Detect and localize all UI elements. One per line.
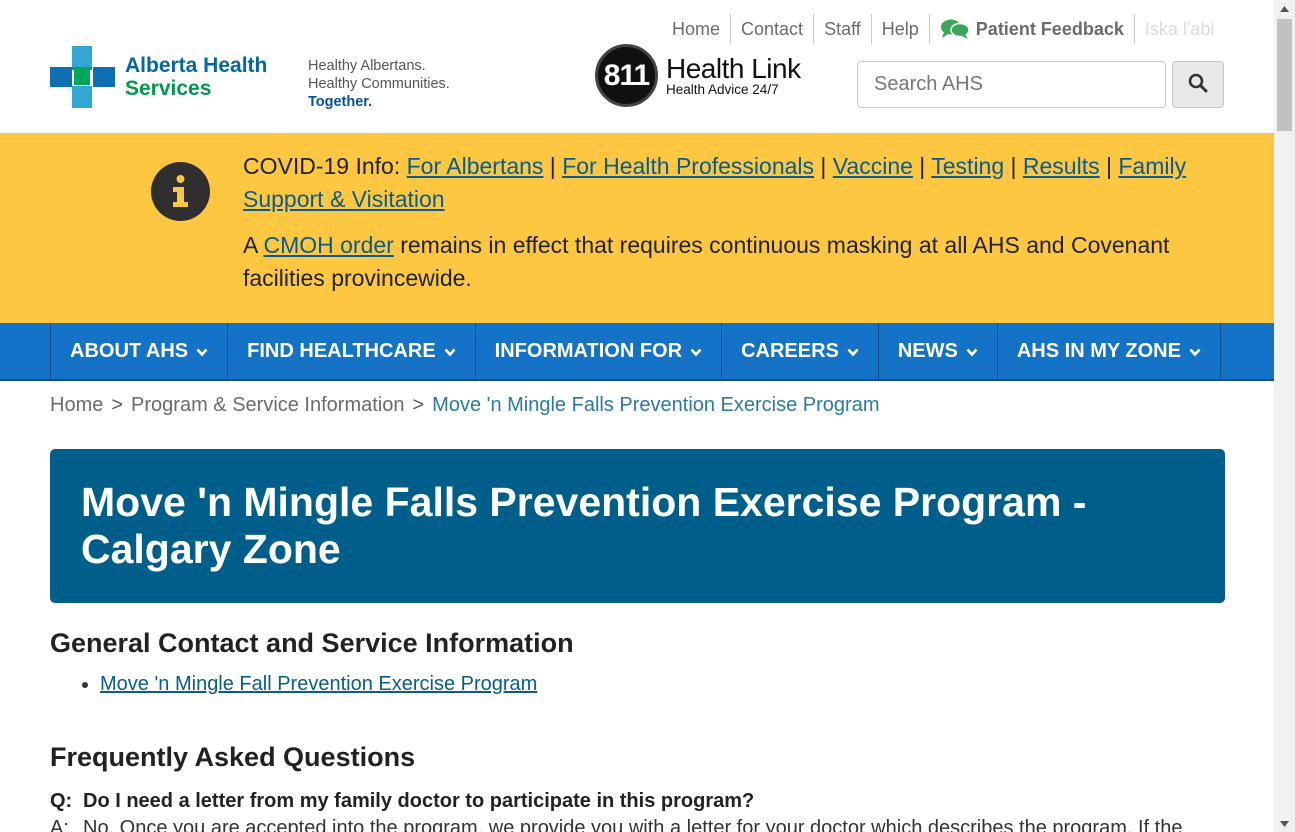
faq-heading: Frequently Asked Questions [50, 742, 416, 772]
utility-help-link[interactable]: Help [872, 14, 930, 44]
page-title: Move 'n Mingle Falls Prevention Exercise… [81, 479, 1087, 572]
patient-feedback-link[interactable]: Patient Feedback [930, 14, 1135, 44]
ahs-cross-icon [50, 46, 115, 108]
search-input[interactable] [857, 61, 1166, 108]
main-content: General Contact and Service Information … [50, 627, 1225, 832]
alert-separator: | [814, 153, 833, 179]
alert-notice: A CMOH order remains in effect that requ… [243, 229, 1203, 295]
alert-separator: | [912, 153, 932, 179]
nav-item-information-for[interactable]: INFORMATION FOR [476, 323, 723, 379]
faq-question-text: Do I need a letter from my family doctor… [83, 790, 755, 812]
search-bar [857, 61, 1224, 108]
cmoh-order-link[interactable]: CMOH order [263, 232, 393, 258]
alert-separator: | [543, 153, 563, 179]
breadcrumb-separator: > [111, 394, 124, 416]
nav-label: FIND HEALTHCARE [247, 339, 436, 362]
covid-alert-banner: COVID-19 Info: For Albertans | For Healt… [0, 133, 1274, 323]
alert-notice-start: A [243, 232, 264, 258]
nav-label: NEWS [897, 339, 958, 362]
logo-line-2: Services [125, 77, 212, 100]
alert-separator: | [1004, 153, 1023, 179]
utility-nav: Home Contact Staff Help Patient Feedback… [662, 14, 1224, 44]
chevron-down-icon [847, 340, 859, 363]
chevron-down-icon [444, 340, 456, 363]
ahs-logo-text: Alberta Health Services [125, 54, 267, 100]
scroll-up-arrow-icon[interactable] [1274, 0, 1295, 17]
nav-item-find-healthcare[interactable]: FIND HEALTHCARE [228, 323, 476, 379]
faq-q-label: Q: [50, 790, 73, 812]
nav-item-about-ahs[interactable]: ABOUT AHS [51, 323, 229, 379]
utility-home-link[interactable]: Home [662, 14, 732, 44]
alert-body: COVID-19 Info: For Albertans | For Healt… [243, 150, 1203, 295]
utility-contact-link[interactable]: Contact [731, 14, 815, 44]
breadcrumb: Home > Program & Service Information > M… [50, 394, 880, 417]
patient-feedback-label: Patient Feedback [975, 19, 1124, 39]
ahs-logo[interactable]: Alberta Health Services [50, 46, 267, 108]
nav-label: INFORMATION FOR [494, 339, 683, 362]
scrollbar-thumb[interactable] [1277, 19, 1292, 131]
nav-item-ahs-in-my-zone[interactable]: AHS IN MY ZONE [998, 323, 1221, 379]
chat-bubbles-icon [940, 18, 970, 40]
logo-line-1: Alberta Health [125, 54, 268, 77]
site-header: Home Contact Staff Help Patient Feedback… [0, 0, 1274, 133]
language-link[interactable]: Iska l'abi [1135, 14, 1224, 44]
chevron-down-icon [196, 340, 208, 363]
alert-separator: | [1099, 153, 1119, 179]
main-nav: ABOUT AHS FIND HEALTHCARE INFORMATION FO… [0, 323, 1274, 381]
breadcrumb-program-service-info[interactable]: Program & Service Information [131, 394, 404, 417]
list-item: Move 'n Mingle Fall Prevention Exercise … [100, 673, 1225, 696]
vertical-scrollbar[interactable] [1274, 0, 1295, 832]
scroll-down-arrow-icon[interactable] [1274, 815, 1295, 832]
chevron-down-icon [966, 340, 978, 363]
search-icon [1188, 73, 1208, 96]
breadcrumb-separator: > [412, 394, 425, 416]
alert-prefix: COVID-19 Info: [243, 153, 401, 179]
info-icon [151, 162, 210, 221]
general-info-heading: General Contact and Service Information [50, 628, 574, 658]
nav-label: AHS IN MY ZONE [1016, 339, 1181, 362]
alert-link-albertans[interactable]: For Albertans [407, 153, 544, 179]
nav-label: ABOUT AHS [70, 339, 189, 362]
nav-item-news[interactable]: NEWS [879, 323, 998, 379]
healthlink-logo[interactable]: 811 Health Link Health Advice 24/7 [595, 44, 801, 107]
nav-item-careers[interactable]: CAREERS [722, 323, 879, 379]
utility-staff-link[interactable]: Staff [814, 14, 872, 44]
breadcrumb-current[interactable]: Move 'n Mingle Falls Prevention Exercise… [432, 394, 879, 417]
alert-link-testing[interactable]: Testing [931, 153, 1004, 179]
faq-question: Q: Do I need a letter from my family doct… [50, 790, 754, 813]
search-button[interactable] [1172, 61, 1224, 108]
healthlink-text: Health Link Health Advice 24/7 [666, 52, 801, 97]
general-info-list: Move 'n Mingle Fall Prevention Exercise … [100, 673, 1225, 696]
page-title-banner: Move 'n Mingle Falls Prevention Exercise… [50, 449, 1225, 603]
alert-link-vaccine[interactable]: Vaccine [833, 153, 913, 179]
tagline-line-2: Healthy Communities. [308, 76, 450, 92]
faq-a-label: A: [50, 817, 69, 832]
breadcrumb-home[interactable]: Home [50, 394, 103, 417]
nav-label: CAREERS [741, 339, 839, 362]
healthlink-title: Health Link [666, 52, 801, 84]
faq-answer: A: No. Once you are accepted into the pro… [50, 817, 1225, 832]
program-link[interactable]: Move 'n Mingle Fall Prevention Exercise … [100, 673, 537, 695]
tagline-line-1: Healthy Albertans. [308, 58, 426, 74]
tagline-line-3: Together. [308, 94, 373, 110]
healthlink-subtitle: Health Advice 24/7 [666, 81, 779, 97]
alert-covid-line: COVID-19 Info: For Albertans | For Healt… [243, 150, 1203, 216]
healthlink-811-badge: 811 [595, 44, 658, 107]
alert-link-results[interactable]: Results [1023, 153, 1100, 179]
chevron-down-icon [690, 340, 702, 363]
faq-answer-text: No. Once you are accepted into the progr… [83, 817, 1183, 832]
tagline: Healthy Albertans. Healthy Communities. … [308, 57, 450, 111]
alert-link-health-professionals[interactable]: For Health Professionals [562, 153, 814, 179]
chevron-down-icon [1189, 340, 1201, 363]
